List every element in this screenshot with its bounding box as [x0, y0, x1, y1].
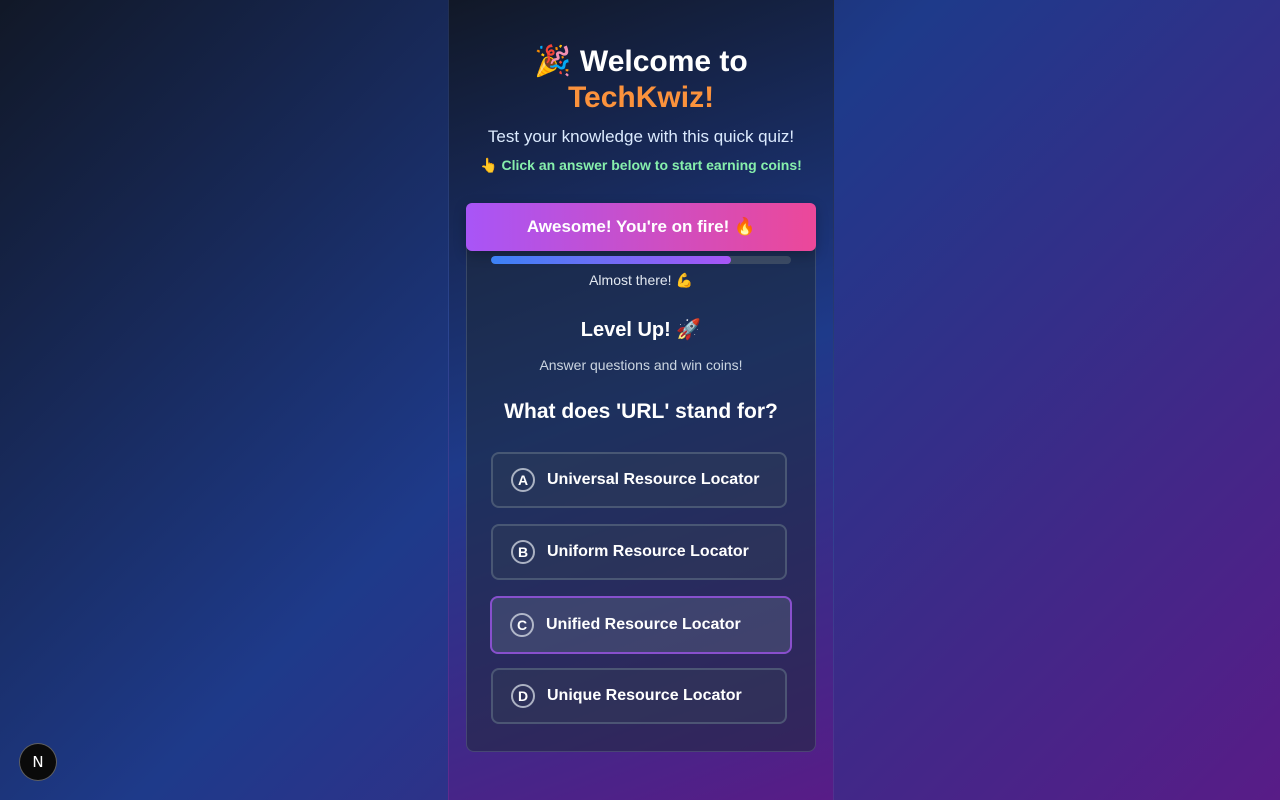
- option-text: Uniform Resource Locator: [547, 543, 749, 560]
- brand-title: TechKwiz!: [567, 81, 715, 114]
- welcome-title: 🎉 Welcome to: [534, 45, 748, 78]
- quiz-column: 🎉 Welcome to TechKwiz! Test your knowled…: [448, 0, 834, 800]
- option-letter-badge: B: [511, 540, 535, 564]
- subtitle: Test your knowledge with this quick quiz…: [487, 127, 795, 146]
- progress-fill: [491, 256, 731, 264]
- answer-option-c[interactable]: C Unified Resource Locator: [490, 596, 792, 654]
- option-text: Universal Resource Locator: [547, 471, 760, 488]
- answer-option-a[interactable]: A Universal Resource Locator: [491, 452, 787, 508]
- level-subtitle: Answer questions and win coins!: [539, 357, 743, 373]
- streak-banner: Awesome! You're on fire! 🔥: [466, 203, 816, 251]
- hero-header: 🎉 Welcome to TechKwiz! Test your knowled…: [449, 44, 833, 174]
- progress-label: Almost there! 💪: [589, 272, 693, 288]
- answer-option-b[interactable]: B Uniform Resource Locator: [491, 524, 787, 580]
- option-text: Unique Resource Locator: [547, 687, 742, 704]
- option-letter-badge: D: [511, 684, 535, 708]
- level-title: Level Up! 🚀: [580, 319, 702, 341]
- progress-bar: [491, 256, 791, 264]
- question-text: What does 'URL' stand for?: [504, 400, 778, 423]
- option-letter-badge: A: [511, 468, 535, 492]
- hint-text: 👆 Click an answer below to start earning…: [480, 157, 802, 173]
- answer-option-d[interactable]: D Unique Resource Locator: [491, 668, 787, 724]
- dev-tools-badge[interactable]: N: [19, 743, 57, 781]
- option-letter-badge: C: [510, 613, 534, 637]
- option-text: Unified Resource Locator: [546, 616, 741, 633]
